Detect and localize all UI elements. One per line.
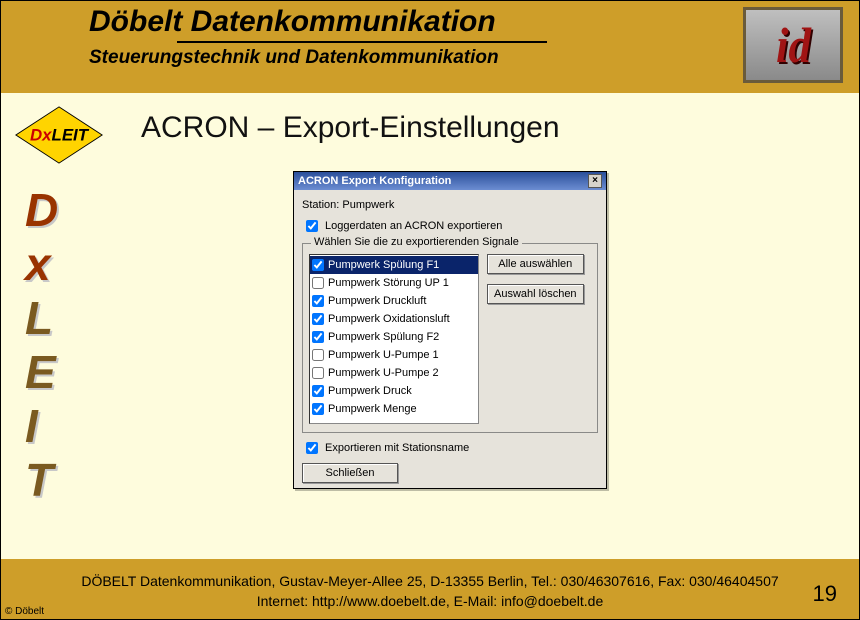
signal-label: Pumpwerk U-Pumpe 2 — [328, 367, 439, 379]
close-button[interactable]: Schließen — [302, 463, 398, 483]
signal-row[interactable]: Pumpwerk U-Pumpe 2 — [310, 364, 478, 382]
signal-checkbox[interactable] — [312, 259, 324, 271]
signals-groupbox: Wählen Sie die zu exportierenden Signale… — [302, 243, 598, 433]
signal-label: Pumpwerk Störung UP 1 — [328, 277, 449, 289]
header-divider — [177, 41, 547, 43]
signal-label: Pumpwerk Druckluft — [328, 295, 426, 307]
signal-checkbox[interactable] — [312, 331, 324, 343]
clear-selection-button[interactable]: Auswahl löschen — [487, 284, 584, 304]
signal-checkbox[interactable] — [312, 277, 324, 289]
logger-export-checkbox-input[interactable] — [306, 220, 318, 232]
signal-label: Pumpwerk Spülung F1 — [328, 259, 439, 271]
dxleit-vertical-label: D x L E I T — [25, 183, 56, 507]
signal-label: Pumpwerk Oxidationsluft — [328, 313, 450, 325]
slide-header: Döbelt Datenkommunikation Steuerungstech… — [1, 1, 859, 93]
signal-checkbox[interactable] — [312, 313, 324, 325]
company-subtitle: Steuerungstechnik und Datenkommunikation — [89, 47, 547, 69]
sidebar-letter: T — [25, 453, 56, 507]
signal-row[interactable]: Pumpwerk Druck — [310, 382, 478, 400]
export-with-stationname-checkbox[interactable]: Exportieren mit Stationsname — [302, 439, 598, 457]
station-label: Station: Pumpwerk — [302, 199, 598, 211]
signal-checkbox[interactable] — [312, 367, 324, 379]
logger-export-checkbox[interactable]: Loggerdaten an ACRON exportieren — [302, 217, 598, 235]
signals-group-legend: Wählen Sie die zu exportierenden Signale — [311, 236, 522, 248]
company-logo: id — [743, 7, 843, 83]
signals-listbox[interactable]: Pumpwerk Spülung F1 Pumpwerk Störung UP 1… — [309, 254, 479, 424]
sidebar-letter: L — [25, 291, 56, 345]
logo-text: id — [775, 16, 810, 74]
signal-row[interactable]: Pumpwerk Druckluft — [310, 292, 478, 310]
signal-row[interactable]: Pumpwerk U-Pumpe 1 — [310, 346, 478, 364]
footer-address: DÖBELT Datenkommunikation, Gustav-Meyer-… — [1, 571, 859, 591]
signal-row[interactable]: Pumpwerk Spülung F2 — [310, 328, 478, 346]
signal-label: Pumpwerk Menge — [328, 403, 417, 415]
page-title: ACRON – Export-Einstellungen — [141, 111, 560, 145]
signal-checkbox[interactable] — [312, 403, 324, 415]
signal-checkbox[interactable] — [312, 295, 324, 307]
signal-label: Pumpwerk U-Pumpe 1 — [328, 349, 439, 361]
signal-row[interactable]: Pumpwerk Spülung F1 — [310, 256, 478, 274]
export-with-stationname-checkbox-input[interactable] — [306, 442, 318, 454]
signal-label: Pumpwerk Druck — [328, 385, 412, 397]
signal-label: Pumpwerk Spülung F2 — [328, 331, 439, 343]
close-icon[interactable]: × — [588, 174, 602, 188]
signal-checkbox[interactable] — [312, 349, 324, 361]
logger-export-checkbox-label: Loggerdaten an ACRON exportieren — [325, 220, 502, 232]
sidebar-letter: I — [25, 399, 56, 453]
slide-body: DxLEIT D x L E I T ACRON – Export-Einste… — [1, 93, 859, 559]
signal-row[interactable]: Pumpwerk Menge — [310, 400, 478, 418]
acron-export-dialog: ACRON Export Konfiguration × Station: Pu… — [293, 171, 607, 489]
slide-number: 19 — [813, 581, 837, 607]
export-with-stationname-label: Exportieren mit Stationsname — [325, 442, 469, 454]
footer-contact: Internet: http://www.doebelt.de, E-Mail:… — [1, 591, 859, 611]
dialog-titlebar[interactable]: ACRON Export Konfiguration × — [294, 172, 606, 190]
copyright: © Döbelt — [5, 606, 44, 617]
sidebar-letter: x — [25, 237, 56, 291]
signal-row[interactable]: Pumpwerk Oxidationsluft — [310, 310, 478, 328]
sidebar-letter: E — [25, 345, 56, 399]
slide-footer: DÖBELT Datenkommunikation, Gustav-Meyer-… — [1, 559, 859, 619]
dialog-title: ACRON Export Konfiguration — [298, 175, 451, 187]
sidebar-letter: D — [25, 183, 56, 237]
signal-checkbox[interactable] — [312, 385, 324, 397]
company-name: Döbelt Datenkommunikation — [89, 5, 547, 39]
select-all-button[interactable]: Alle auswählen — [487, 254, 584, 274]
dxleit-badge-icon: DxLEIT — [11, 105, 107, 165]
svg-text:DxLEIT: DxLEIT — [30, 126, 90, 145]
signal-row[interactable]: Pumpwerk Störung UP 1 — [310, 274, 478, 292]
